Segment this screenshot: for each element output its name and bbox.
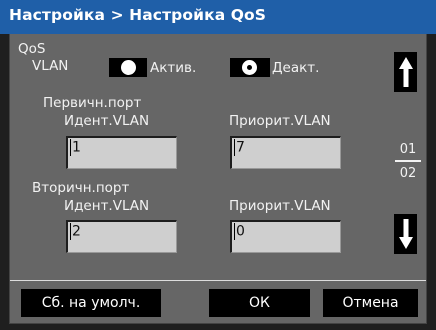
vlan-label: VLAN — [32, 58, 69, 74]
page-indicator: 01 02 — [395, 142, 421, 181]
secondary-vlan-id-field[interactable]: 2 — [66, 220, 177, 253]
page-total: 02 — [399, 166, 417, 181]
qos-label: QoS — [18, 41, 46, 57]
page-current: 01 — [399, 142, 417, 157]
qos-settings-panel: QoS VLAN Актив. Деакт. Первичн.порт Иден… — [9, 34, 427, 324]
primary-vlan-priority-field[interactable]: 7 — [230, 136, 341, 169]
secondary-vlan-id-label: Идент.VLAN — [64, 198, 150, 214]
secondary-vlan-priority-value: 0 — [236, 223, 245, 240]
secondary-vlan-priority-label: Приорит.VLAN — [229, 198, 331, 214]
reset-defaults-button[interactable]: Сб. на умолч. — [21, 289, 161, 317]
radio-selected-icon — [121, 60, 136, 75]
vlan-active-radio[interactable] — [109, 58, 147, 77]
secondary-vlan-priority-field[interactable]: 0 — [230, 220, 341, 253]
vlan-inactive-label[interactable]: Деакт. — [272, 60, 319, 76]
secondary-port-label: Вторичн.порт — [32, 180, 130, 196]
primary-vlan-id-field[interactable]: 1 — [66, 136, 177, 169]
primary-port-label: Первичн.порт — [43, 95, 142, 111]
secondary-vlan-id-value: 2 — [72, 223, 81, 240]
cancel-button[interactable]: Отмена — [323, 289, 418, 317]
primary-vlan-priority-label: Приорит.VLAN — [229, 113, 331, 129]
window-title: Настройка > Настройка QoS — [0, 0, 436, 34]
primary-vlan-priority-value: 7 — [236, 139, 245, 156]
vlan-active-label[interactable]: Актив. — [150, 60, 196, 76]
vlan-inactive-radio[interactable] — [230, 58, 270, 77]
scroll-down-button[interactable] — [394, 214, 417, 254]
button-bar-divider — [10, 280, 426, 281]
primary-vlan-id-label: Идент.VLAN — [64, 113, 150, 129]
radio-unselected-icon — [242, 60, 257, 75]
primary-vlan-id-value: 1 — [72, 139, 81, 156]
page-divider — [395, 160, 421, 162]
arrow-up-icon — [398, 57, 413, 87]
ok-button[interactable]: ОК — [209, 289, 310, 317]
arrow-down-icon — [398, 219, 413, 249]
scroll-up-button[interactable] — [394, 52, 417, 92]
